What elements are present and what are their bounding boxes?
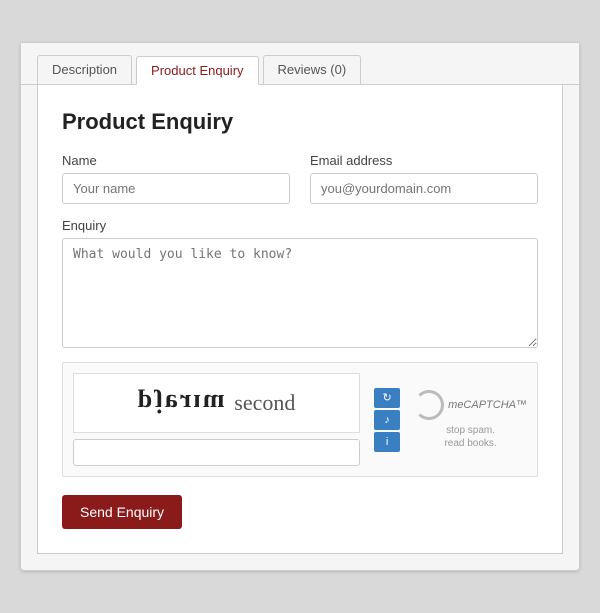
form-panel: Product Enquiry Name Email address Enqui… — [37, 85, 563, 554]
captcha-input[interactable] — [73, 439, 360, 466]
captcha-input-row — [73, 439, 360, 466]
enquiry-group: Enquiry — [62, 218, 538, 348]
captcha-word1: pjɐɹıɯ — [138, 388, 227, 418]
captcha-info-button[interactable]: i — [374, 432, 400, 452]
tab-description[interactable]: Description — [37, 55, 132, 84]
captcha-buttons: ↻ ♪ i — [374, 388, 400, 452]
enquiry-textarea[interactable] — [62, 238, 538, 348]
email-group: Email address — [310, 153, 538, 204]
mecaptcha-tagline: stop spam. read books. — [444, 424, 496, 450]
mecaptcha-logo: meCAPTCHA™ — [414, 390, 527, 420]
tab-product-enquiry[interactable]: Product Enquiry — [136, 56, 259, 85]
captcha-refresh-button[interactable]: ↻ — [374, 388, 400, 408]
form-title: Product Enquiry — [62, 109, 538, 135]
email-input[interactable] — [310, 173, 538, 204]
captcha-image-area: pjɐɹıɯ second — [73, 373, 360, 466]
mecaptcha-label: meCAPTCHA™ — [448, 399, 527, 411]
name-input[interactable] — [62, 173, 290, 204]
name-group: Name — [62, 153, 290, 204]
send-enquiry-button[interactable]: Send Enquiry — [62, 495, 182, 529]
product-enquiry-card: Description Product Enquiry Reviews (0) … — [20, 42, 580, 571]
name-label: Name — [62, 153, 290, 168]
captcha-audio-button[interactable]: ♪ — [374, 410, 400, 430]
captcha-section: pjɐɹıɯ second ↻ ♪ i meCAPTCHA™ stop spam — [62, 362, 538, 477]
tab-reviews[interactable]: Reviews (0) — [263, 55, 362, 84]
email-label: Email address — [310, 153, 538, 168]
captcha-image: pjɐɹıɯ second — [73, 373, 360, 433]
name-email-row: Name Email address — [62, 153, 538, 204]
enquiry-label: Enquiry — [62, 218, 538, 233]
tab-bar: Description Product Enquiry Reviews (0) — [21, 43, 579, 85]
mecaptcha-icon — [414, 390, 444, 420]
mecaptcha-area: meCAPTCHA™ stop spam. read books. — [414, 390, 527, 450]
captcha-word2: second — [234, 390, 295, 416]
